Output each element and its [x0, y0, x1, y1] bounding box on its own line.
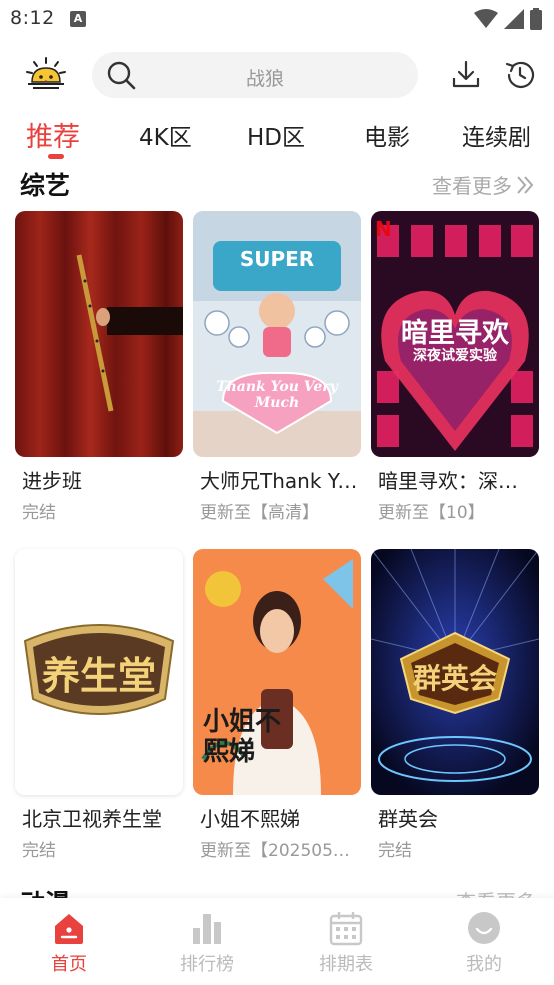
poster-image: 群英会 — [371, 549, 539, 795]
download-icon — [452, 60, 480, 88]
calendar-icon — [329, 912, 363, 946]
card-title: 大师兄Thank You Very Much — [200, 469, 358, 493]
poster-title-text: 群英会 — [412, 662, 497, 695]
poster-subtitle-text: 深夜试爱实验 — [413, 348, 497, 364]
double-chevron-right-icon — [517, 175, 534, 194]
nav-label: 我的 — [466, 954, 502, 975]
bottom-navigation: 首页 排行榜 排期表 我的 — [0, 898, 554, 985]
category-tabs: 推荐 4K区 HD区 电影 连续剧 — [0, 112, 554, 160]
section-title: 综艺 — [20, 171, 71, 200]
top-header: 战狼 — [0, 44, 554, 108]
poster-title-text: 养生堂 — [41, 653, 156, 698]
card-title: 北京卫视养生堂 — [22, 807, 162, 831]
poster-top-text: SUPER — [239, 247, 315, 271]
nav-label: 排期表 — [319, 954, 373, 975]
tab-recommend[interactable]: 推荐 — [26, 115, 80, 154]
nav-label: 排行榜 — [180, 954, 234, 975]
card-status: 更新至【20250521】 — [200, 841, 358, 861]
poster-image — [15, 211, 183, 457]
card-status: 更新至【高清】 — [200, 503, 319, 523]
poster-image: 养生堂 — [15, 549, 183, 795]
status-icons — [474, 8, 542, 30]
search-placeholder: 战狼 — [245, 68, 284, 90]
status-bar: 8:12 A — [0, 0, 554, 40]
tab-movie[interactable]: 电影 — [364, 118, 410, 152]
nav-profile[interactable]: 我的 — [444, 910, 524, 976]
signal-icon — [504, 9, 524, 29]
nav-label: 首页 — [51, 954, 87, 975]
card-status: 完结 — [22, 503, 56, 523]
tab-4k[interactable]: 4K区 — [139, 118, 192, 152]
search-bar[interactable]: 战狼 — [92, 52, 418, 98]
download-button[interactable] — [449, 58, 483, 92]
card-status: 完结 — [378, 841, 412, 861]
bar-chart-icon — [193, 914, 221, 944]
card-title: 小姐不熙娣 — [200, 807, 300, 831]
nav-schedule[interactable]: 排期表 — [306, 910, 386, 976]
see-more-label: 查看更多 — [432, 174, 512, 198]
nav-home[interactable]: 首页 — [29, 910, 109, 976]
card-title: 进步班 — [22, 469, 82, 493]
history-button[interactable] — [503, 58, 537, 92]
status-time: 8:12 — [10, 7, 55, 29]
poster-title-text: Thank You Very Much — [216, 379, 338, 411]
next-section-title: 动漫 — [20, 884, 70, 898]
next-section-more-link[interactable]: 查看更多 — [456, 886, 536, 898]
poster-title-text: 小姐不熙娣 — [203, 707, 282, 767]
history-icon — [505, 61, 535, 88]
wifi-icon — [474, 9, 498, 28]
battery-icon — [530, 8, 542, 30]
card-status: 更新至【10】 — [378, 503, 485, 523]
card-status: 完结 — [22, 841, 56, 861]
tab-series[interactable]: 连续剧 — [462, 118, 531, 152]
profile-face-icon — [468, 912, 500, 944]
app-logo[interactable] — [20, 50, 72, 102]
see-more-link[interactable]: 查看更多 — [432, 170, 536, 199]
poster-image: N 暗里寻欢 深夜试爱实验 — [371, 211, 539, 457]
card-title: 暗里寻欢：深夜试爱实验 — [378, 469, 536, 493]
card-title: 群英会 — [378, 807, 438, 831]
home-icon — [55, 914, 83, 944]
active-tab-indicator — [48, 154, 64, 159]
netflix-badge: N — [375, 217, 392, 241]
tab-hd[interactable]: HD区 — [247, 118, 305, 152]
nav-ranking[interactable]: 排行榜 — [167, 910, 247, 976]
poster-image: 小姐不熙娣 — [193, 549, 361, 795]
poster-image: SUPER Thank You Very Much — [193, 211, 361, 457]
notification-a-icon: A — [70, 11, 86, 27]
